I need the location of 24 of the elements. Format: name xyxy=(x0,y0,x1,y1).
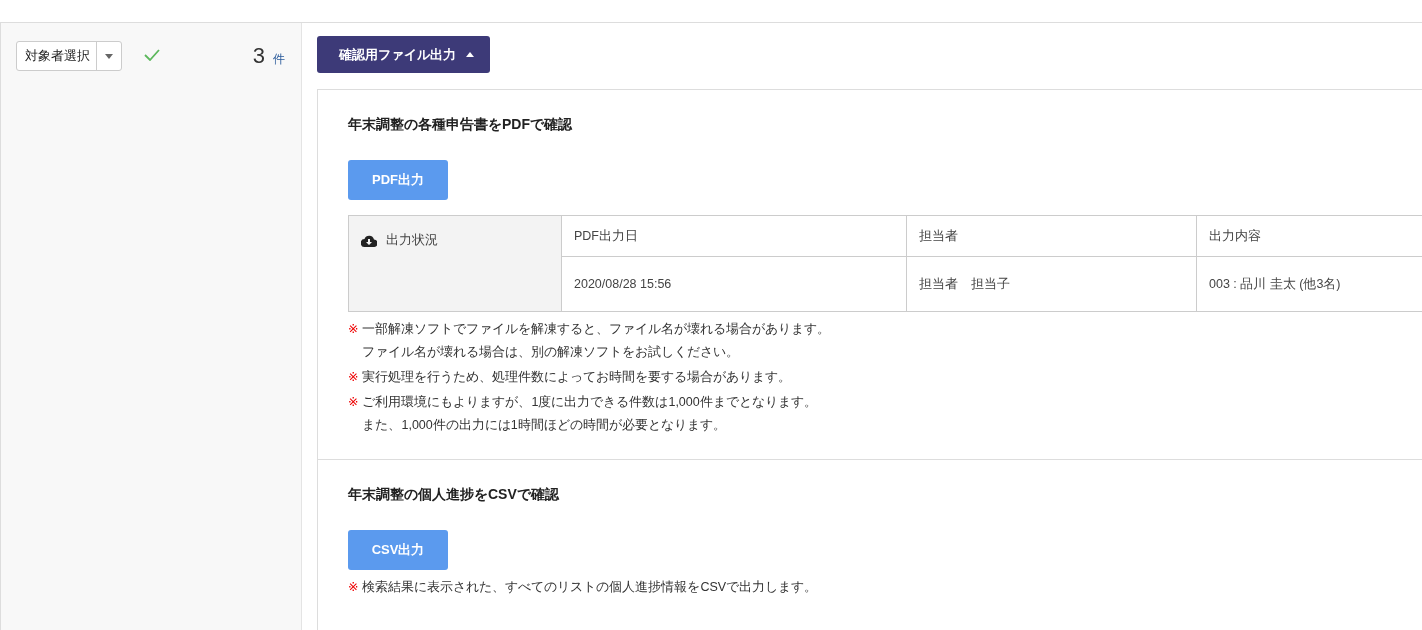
note-text: 一部解凍ソフトでファイルを解凍すると、ファイル名が壊れる場合があります。 ファイル名が壊れる場合は、別の解凍ソフトをお試しください。 xyxy=(362,321,831,361)
count-unit: 件 xyxy=(273,51,285,68)
table-cell: 2020/08/28 15:56 xyxy=(561,256,907,312)
column-header: 出力内容 xyxy=(1196,215,1422,257)
note-text: 検索結果に表示された、すべてのリストの個人進捗情報をCSVで出力します。 xyxy=(362,579,818,596)
note-text: ご利用環境にもよりますが、1度に出力できる件数は1,000件までとなります。 また、1,000件の出力には1時間ほどの時間が必要となります。 xyxy=(362,394,817,434)
count-value: 3 xyxy=(252,43,265,69)
caret-icon xyxy=(466,52,474,57)
target-select-dropdown[interactable]: 対象者選択 xyxy=(16,41,122,71)
cloud-download-icon xyxy=(361,234,377,247)
note-mark: ※ xyxy=(348,321,359,338)
note-mark: ※ xyxy=(348,394,359,411)
column-header: PDF出力日 xyxy=(561,215,907,257)
section-title: 年末調整の個人進捗をCSVで確認 xyxy=(348,486,560,504)
file-output-toggle-button[interactable]: 確認用ファイル出力 xyxy=(317,36,490,73)
table-cell: 担当者 担当子 xyxy=(906,256,1197,312)
caret-icon xyxy=(105,53,113,59)
column-header: 担当者 xyxy=(906,215,1197,257)
status-label: 出力状況 xyxy=(386,232,438,249)
note-mark: ※ xyxy=(348,369,359,386)
note-text: 実行処理を行うため、処理件数によってお時間を要する場合があります。 xyxy=(362,369,792,386)
section-title: 年末調整の各種申告書をPDFで確認 xyxy=(348,116,573,134)
check-icon xyxy=(144,49,160,61)
note-mark: ※ xyxy=(348,579,359,596)
